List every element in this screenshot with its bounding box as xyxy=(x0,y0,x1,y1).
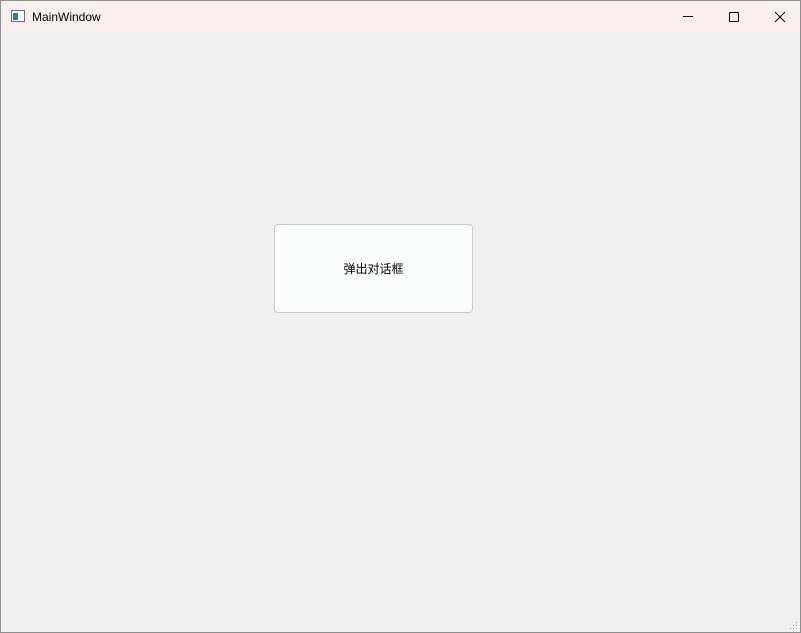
maximize-button[interactable] xyxy=(711,1,757,32)
minimize-icon xyxy=(683,16,693,17)
maximize-icon xyxy=(729,11,739,22)
open-dialog-button[interactable]: 弹出对话框 xyxy=(274,224,473,313)
window-title: MainWindow xyxy=(32,10,101,24)
close-button[interactable] xyxy=(757,1,800,32)
close-icon xyxy=(774,11,786,22)
open-dialog-button-label: 弹出对话框 xyxy=(343,262,404,276)
minimize-button[interactable] xyxy=(665,1,711,32)
title-bar[interactable]: MainWindow xyxy=(1,1,800,32)
app-window-icon xyxy=(11,10,25,22)
resize-grip-icon[interactable] xyxy=(790,622,798,630)
main-window: MainWindow 弹出对话框 xyxy=(0,0,801,633)
client-area: 弹出对话框 xyxy=(1,32,800,632)
